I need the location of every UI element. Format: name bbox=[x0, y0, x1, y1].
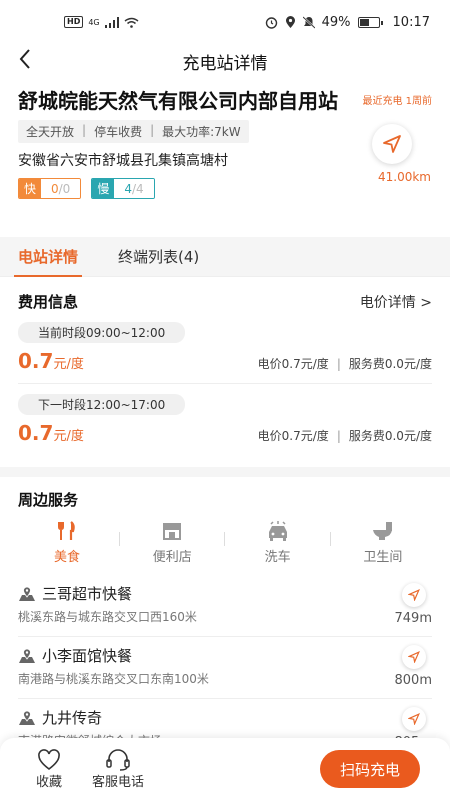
toilet-icon bbox=[372, 522, 392, 540]
service-category-tabs: 美食 便利店 洗车 卫生间 bbox=[18, 520, 432, 565]
heart-icon bbox=[38, 748, 60, 770]
nearby-services: 周边服务 美食 便利店 洗车 卫生间 三哥超市快餐 桃溪东路与城东路交叉口西16… bbox=[0, 477, 450, 761]
battery-icon bbox=[357, 16, 383, 28]
detail-tabs: 电站详情 终端列表(4) bbox=[0, 237, 450, 277]
navigation-arrow-icon bbox=[408, 589, 420, 601]
section-divider bbox=[0, 467, 450, 477]
back-icon[interactable] bbox=[18, 48, 32, 70]
network-label: 4G bbox=[88, 17, 100, 27]
tag-parking: 停车收费 bbox=[94, 125, 143, 139]
price-detail-link[interactable]: 电价详情 > bbox=[360, 292, 432, 312]
location-icon bbox=[285, 15, 295, 28]
favorite-button[interactable]: 收藏 bbox=[36, 748, 62, 790]
current-price: 0.7元/度 bbox=[18, 349, 84, 373]
current-period-label: 当前时段09:00~12:00 bbox=[18, 322, 186, 343]
tab-restroom[interactable]: 卫生间 bbox=[338, 520, 428, 565]
battery-percent: 49% bbox=[321, 14, 351, 30]
next-price-row: 0.7元/度 电价0.7元/度 | 服务费0.0元/度 bbox=[18, 421, 432, 455]
station-distance: 41.00km bbox=[378, 170, 431, 184]
tab-convenience-store[interactable]: 便利店 bbox=[127, 520, 217, 565]
customer-service-button[interactable]: 客服电话 bbox=[92, 748, 144, 790]
station-name: 舒城皖能天然气有限公司内部自用站 bbox=[18, 89, 338, 113]
tab-station-detail[interactable]: 电站详情 bbox=[13, 237, 83, 277]
car-wash-icon bbox=[268, 521, 287, 541]
tab-car-wash[interactable]: 洗车 bbox=[233, 520, 323, 565]
tag-open-hours: 全天开放 bbox=[26, 125, 75, 139]
station-address: 安徽省六安市舒城县孔集镇高塘村 bbox=[18, 153, 228, 169]
nav-bar: 充电站详情 bbox=[0, 44, 450, 78]
mute-icon bbox=[302, 15, 315, 29]
current-price-detail: 电价0.7元/度 | 服务费0.0元/度 bbox=[257, 357, 432, 371]
signal-icon bbox=[104, 16, 119, 28]
hd-badge: HD bbox=[64, 16, 84, 28]
status-bar: HD 4G 49% 10:17 bbox=[0, 0, 450, 44]
nearby-place-list: 三哥超市快餐 桃溪东路与城东路交叉口西160米 749m 小李面馆快餐 南港路与… bbox=[18, 575, 432, 761]
map-pin-icon bbox=[19, 586, 35, 601]
clock: 10:17 bbox=[392, 14, 430, 30]
recent-charge: 最近充电 1周前 bbox=[362, 96, 432, 107]
current-price-row: 0.7元/度 电价0.7元/度 | 服务费0.0元/度 bbox=[18, 349, 432, 384]
bottom-action-bar: 收藏 客服电话 扫码充电 bbox=[0, 738, 450, 800]
page-title: 充电站详情 bbox=[182, 53, 268, 74]
poi-navigate-button[interactable] bbox=[402, 583, 426, 607]
headset-icon bbox=[106, 748, 130, 771]
list-item[interactable]: 三哥超市快餐 桃溪东路与城东路交叉口西160米 749m bbox=[18, 575, 432, 637]
tab-terminal-list[interactable]: 终端列表(4) bbox=[118, 237, 199, 277]
wifi-icon bbox=[124, 17, 139, 28]
store-icon bbox=[163, 523, 182, 540]
navigation-arrow-icon bbox=[408, 651, 420, 663]
navigation-arrow-icon bbox=[383, 135, 401, 153]
fast-charger-count: 快 0/0 bbox=[18, 178, 82, 199]
fee-section: 费用信息 电价详情 > 当前时段09:00~12:00 0.7元/度 电价0.7… bbox=[0, 277, 450, 455]
services-title: 周边服务 bbox=[18, 491, 79, 509]
navigation-arrow-icon bbox=[408, 713, 420, 725]
poi-navigate-button[interactable] bbox=[402, 707, 426, 731]
alarm-icon bbox=[265, 16, 277, 29]
fee-title: 费用信息 bbox=[18, 293, 79, 311]
tag-max-power: 最大功率:7kW bbox=[162, 125, 241, 139]
slow-charger-count: 慢 4/4 bbox=[91, 178, 155, 199]
map-pin-icon bbox=[19, 648, 35, 663]
next-period-label: 下一时段12:00~17:00 bbox=[18, 394, 186, 415]
poi-navigate-button[interactable] bbox=[402, 645, 426, 669]
fork-knife-icon bbox=[58, 521, 75, 540]
scan-charge-button[interactable]: 扫码充电 bbox=[320, 750, 420, 788]
tab-food[interactable]: 美食 bbox=[22, 520, 112, 565]
next-price-detail: 电价0.7元/度 | 服务费0.0元/度 bbox=[257, 429, 432, 443]
navigate-button[interactable] bbox=[372, 124, 412, 164]
map-pin-icon bbox=[19, 710, 35, 725]
station-tags: 全天开放 | 停车收费 | 最大功率:7kW bbox=[18, 120, 249, 143]
next-price: 0.7元/度 bbox=[18, 421, 84, 445]
list-item[interactable]: 小李面馆快餐 南港路与桃溪东路交叉口东南100米 800m bbox=[18, 637, 432, 699]
